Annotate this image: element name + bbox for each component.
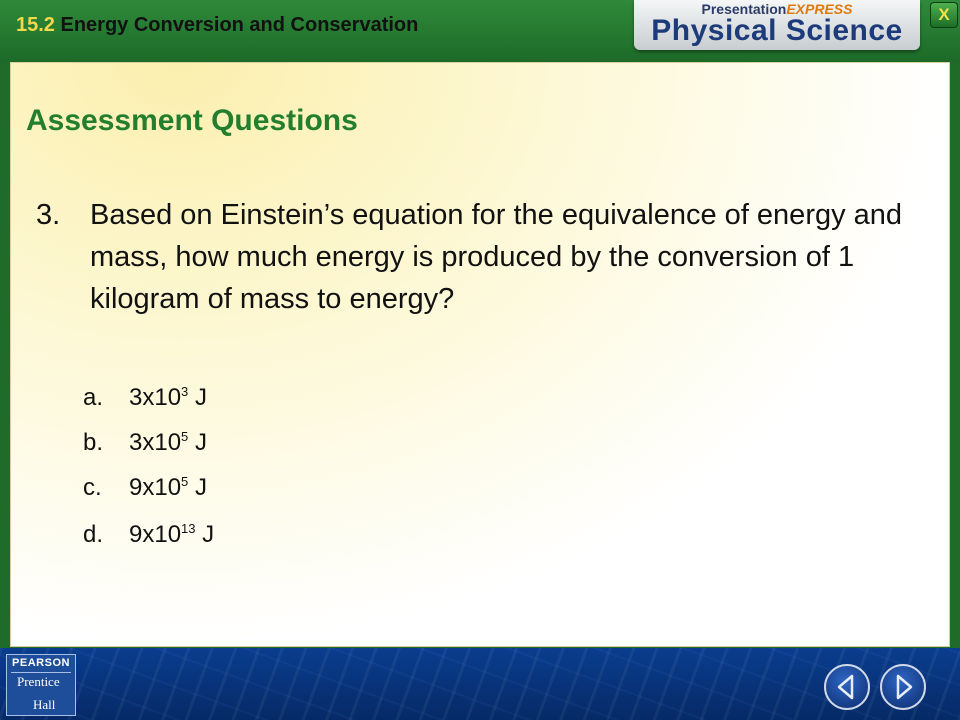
chevron-right-icon: [896, 674, 913, 700]
answer-letter: a.: [83, 384, 104, 411]
answer-base: 3x10: [129, 429, 182, 456]
question-number: 3.: [36, 199, 61, 231]
logo-pearson-text: PEARSON: [12, 657, 70, 669]
answer-unit: J: [188, 384, 207, 411]
answer-unit: J: [188, 429, 207, 456]
logo-prentice-text: Prentice: [17, 674, 60, 689]
footer-pattern: [0, 648, 960, 720]
logo-hall-text: Hall: [33, 697, 56, 712]
answer-base: 3x10: [129, 384, 182, 411]
answer-unit: J: [195, 521, 215, 548]
answer-option-c: c. 9x105 J: [83, 474, 207, 502]
answer-option-b: b. 3x105 J: [83, 429, 207, 457]
answer-letter: d.: [83, 521, 104, 548]
answer-option-d: d. 9x1013 J: [83, 521, 214, 549]
next-slide-button[interactable]: [880, 664, 926, 710]
chevron-left-icon: [837, 674, 854, 700]
chapter-title: Energy Conversion and Conservation: [60, 14, 419, 36]
brand-logo: PresentationEXPRESS Physical Science: [634, 0, 920, 50]
question: 3. Based on Einstein’s equation for the …: [36, 194, 916, 320]
slide-title: Assessment Questions: [26, 104, 358, 137]
answer-option-a: a. 3x103 J: [83, 384, 207, 412]
logo-divider: [11, 672, 71, 673]
brand-title: Physical Science: [651, 14, 903, 47]
answer-exponent: 13: [181, 521, 196, 536]
answer-letter: c.: [83, 474, 102, 501]
answer-unit: J: [188, 474, 207, 501]
footer-bar: [0, 648, 960, 720]
pearson-logo: PEARSON Prentice Hall: [6, 654, 76, 716]
answer-base: 9x10: [129, 474, 182, 501]
header-bar: 15.2 Energy Conversion and Conservation …: [0, 0, 960, 62]
answer-base: 9x10: [129, 521, 182, 548]
slide-panel: [10, 62, 950, 647]
close-button[interactable]: X: [930, 2, 958, 28]
chapter-number: 15.2: [16, 14, 55, 36]
question-text: Based on Einstein’s equation for the equ…: [90, 199, 903, 315]
chapter-heading: 15.2 Energy Conversion and Conservation: [16, 14, 418, 37]
answer-letter: b.: [83, 429, 104, 456]
previous-slide-button[interactable]: [824, 664, 870, 710]
